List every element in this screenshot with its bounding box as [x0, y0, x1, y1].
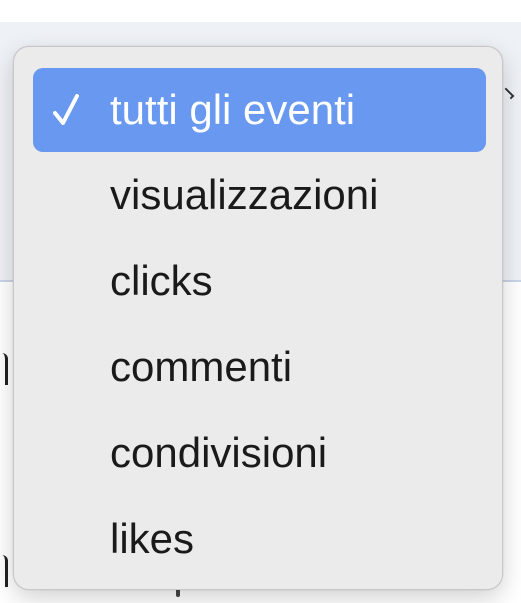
- events-filter-dropdown-menu: tutti gli eventi visualizzazioni clicks …: [13, 46, 503, 590]
- checkmark-icon: [53, 94, 79, 125]
- menu-item-label: tutti gli eventi: [110, 86, 356, 133]
- menu-item-label: commenti: [110, 343, 293, 390]
- menu-item-label: clicks: [110, 257, 213, 304]
- background-text-fragment: [0, 555, 8, 587]
- menu-item-label: visualizzazioni: [110, 171, 379, 218]
- menu-item-clicks[interactable]: clicks: [33, 238, 486, 324]
- menu-item-condivisioni[interactable]: condivisioni: [33, 410, 486, 496]
- menu-item-visualizzazioni[interactable]: visualizzazioni: [33, 152, 486, 238]
- background-text-fragment: [0, 353, 8, 385]
- menu-item-likes[interactable]: likes: [33, 496, 486, 582]
- menu-item-label: condivisioni: [110, 429, 328, 476]
- menu-item-tutti-gli-eventi[interactable]: tutti gli eventi: [33, 68, 486, 152]
- menu-item-label: likes: [110, 515, 195, 562]
- menu-item-commenti[interactable]: commenti: [33, 324, 486, 410]
